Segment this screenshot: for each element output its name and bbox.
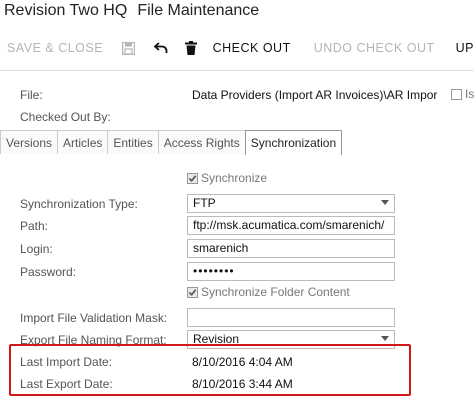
toolbar: SAVE & CLOSE CHECK OUT UNDO CHECK OUT UP xyxy=(0,34,474,62)
path-label: Path: xyxy=(20,219,49,233)
toolbar-divider xyxy=(0,70,474,71)
chevron-down-icon xyxy=(381,200,389,205)
tab-entities[interactable]: Entities xyxy=(107,130,159,154)
path-input[interactable]: ftp://msk.acumatica.com/smarenich/ xyxy=(187,216,395,235)
password-label: Password: xyxy=(20,265,77,279)
login-input[interactable]: smarenich xyxy=(187,239,395,258)
import-mask-label: Import File Validation Mask: xyxy=(20,311,168,325)
title-bar: Revision Two HQ File Maintenance xyxy=(4,2,259,24)
sync-type-label: Synchronization Type: xyxy=(20,197,138,211)
chevron-down-icon xyxy=(381,336,389,341)
tab-bar: Versions Articles Entities Access Rights… xyxy=(0,130,343,155)
more-toolbar-button[interactable]: UP xyxy=(456,41,474,55)
file-value: Data Providers (Import AR Invoices)\AR I… xyxy=(192,88,437,102)
synchronize-label: Synchronize xyxy=(201,171,268,185)
tab-access-rights[interactable]: Access Rights xyxy=(157,130,246,154)
tab-synchronization[interactable]: Synchronization xyxy=(244,130,343,155)
tab-versions[interactable]: Versions xyxy=(0,130,59,154)
undo-icon[interactable] xyxy=(153,38,169,58)
save-icon[interactable] xyxy=(121,38,136,58)
is-checkbox-label: Is xyxy=(465,87,474,101)
delete-icon[interactable] xyxy=(184,38,199,58)
password-input[interactable]: •••••••• xyxy=(187,262,395,281)
sync-type-select[interactable]: FTP xyxy=(187,194,395,213)
checked-out-by-label: Checked Out By: xyxy=(20,110,111,124)
undo-check-out-button[interactable]: UNDO CHECK OUT xyxy=(314,41,435,55)
sync-folder-checkbox[interactable] xyxy=(187,287,198,298)
highlight-annotation xyxy=(9,344,411,396)
sync-folder-label: Synchronize Folder Content xyxy=(201,285,350,299)
check-out-button[interactable]: CHECK OUT xyxy=(213,41,291,55)
is-checkbox[interactable] xyxy=(451,89,462,100)
synchronize-checkbox[interactable] xyxy=(187,173,198,184)
import-mask-input[interactable] xyxy=(187,308,395,327)
tab-articles[interactable]: Articles xyxy=(57,130,109,154)
file-label: File: xyxy=(20,88,43,102)
screen-title: File Maintenance xyxy=(137,2,260,19)
save-close-button[interactable]: SAVE & CLOSE xyxy=(7,41,103,55)
login-label: Login: xyxy=(20,242,53,256)
company-name[interactable]: Revision Two HQ xyxy=(4,2,127,20)
sync-type-value: FTP xyxy=(193,196,216,210)
